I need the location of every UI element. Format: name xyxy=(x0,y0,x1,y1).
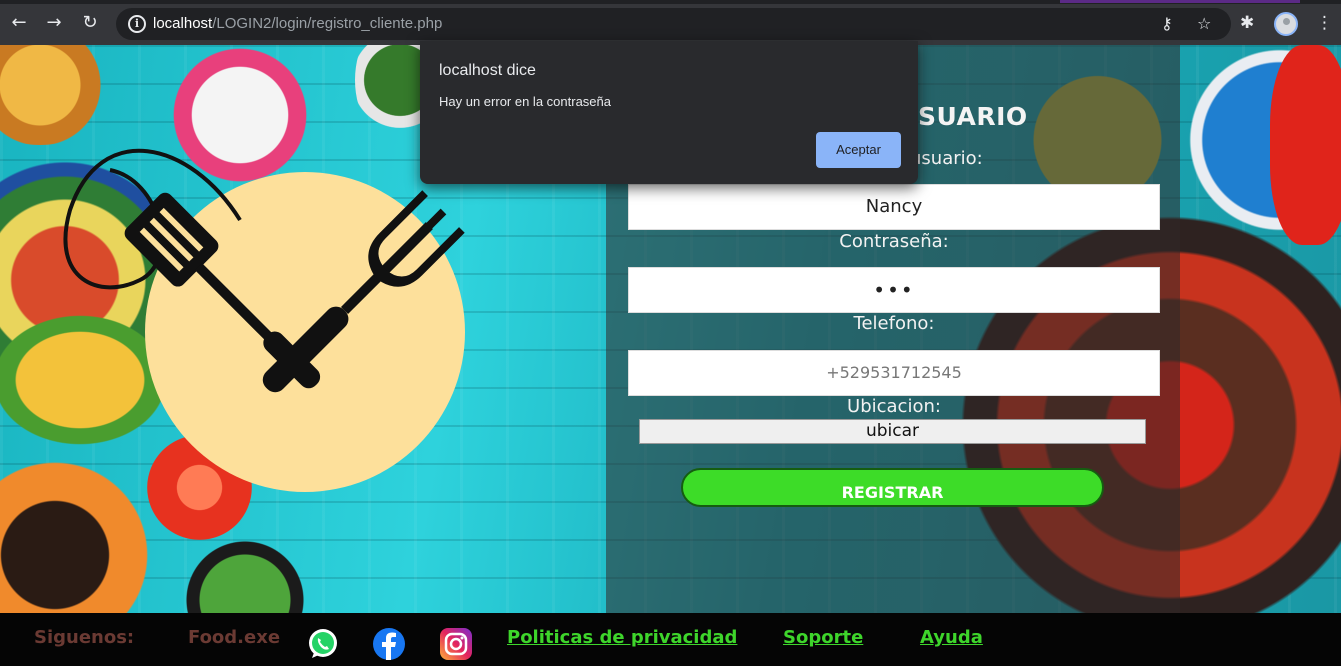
location-label: Ubicacion: xyxy=(847,396,941,417)
dialog-message: Hay un error en la contraseña xyxy=(439,94,611,109)
site-info-icon[interactable]: i xyxy=(128,15,146,33)
password-label: Contraseña: xyxy=(839,231,949,252)
locate-button[interactable]: ubicar xyxy=(639,419,1146,444)
red-chili xyxy=(1270,45,1341,245)
url-text[interactable]: localhost/LOGIN2/login/registro_cliente.… xyxy=(153,14,442,34)
footer: Siguenos: Food.exe Politicas de privacid… xyxy=(0,613,1341,666)
follow-us-text: Siguenos: xyxy=(34,627,135,648)
tab-strip xyxy=(0,0,1341,4)
browser-toolbar: ← → ↻ i localhost/LOGIN2/login/registro_… xyxy=(0,0,1341,45)
dialog-title: localhost dice xyxy=(439,62,536,79)
instagram-icon[interactable] xyxy=(439,627,473,661)
support-link[interactable]: Soporte xyxy=(783,627,863,649)
register-button[interactable]: REGISTRAR xyxy=(681,468,1104,507)
whatsapp-icon[interactable] xyxy=(306,627,340,661)
address-bar[interactable]: i localhost/LOGIN2/login/registro_client… xyxy=(116,8,1231,40)
facebook-icon[interactable] xyxy=(372,627,406,661)
accept-button[interactable]: Aceptar xyxy=(816,132,901,168)
help-link[interactable]: Ayuda xyxy=(920,627,983,649)
bookmark-star-icon[interactable]: ☆ xyxy=(1197,14,1211,34)
tab-glow xyxy=(1060,0,1300,3)
alert-dialog: localhost dice Hay un error en la contra… xyxy=(420,41,918,184)
back-arrow-icon[interactable]: ← xyxy=(8,12,30,34)
reload-icon[interactable]: ↻ xyxy=(79,12,101,34)
extensions-puzzle-icon[interactable]: ✱ xyxy=(1240,10,1254,36)
herbs-bowl xyxy=(165,540,325,613)
url-path: /LOGIN2/login/registro_cliente.php xyxy=(212,15,443,32)
profile-avatar[interactable] xyxy=(1274,12,1298,36)
forward-arrow-icon[interactable]: → xyxy=(43,12,65,34)
form-title: SUARIO xyxy=(918,102,1028,131)
brand-name: Food.exe xyxy=(188,627,281,648)
privacy-policy-link[interactable]: Politicas de privacidad xyxy=(507,627,737,649)
url-host: localhost xyxy=(153,15,213,32)
password-field[interactable]: ••• xyxy=(628,267,1160,313)
phone-label: Telefono: xyxy=(853,313,935,334)
kitchen-utensils-logo-icon xyxy=(63,148,465,393)
phone-field[interactable]: +529531712545 xyxy=(628,350,1160,396)
menu-kebab-icon[interactable]: ⋮ xyxy=(1316,10,1333,36)
user-label: usuario: xyxy=(910,148,983,169)
username-field[interactable]: Nancy xyxy=(628,184,1160,230)
key-icon[interactable]: ⚷ xyxy=(1161,14,1173,34)
